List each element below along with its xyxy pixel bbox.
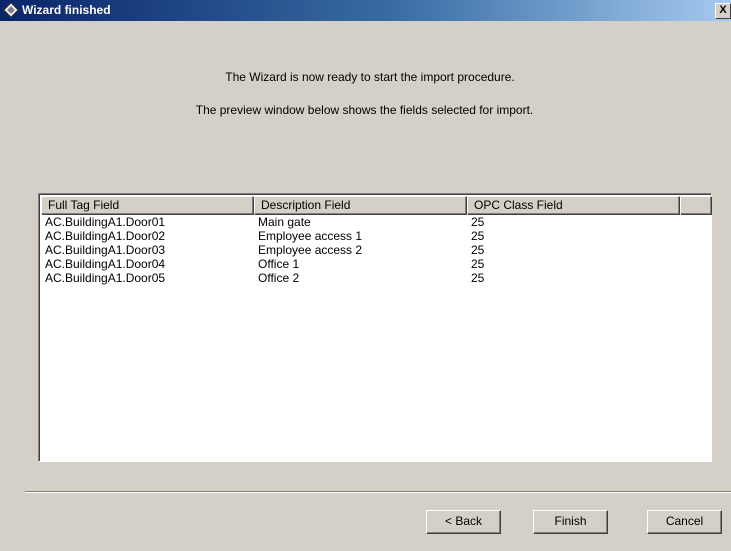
description-cell: Employee access 1 [258, 229, 363, 243]
description-cell: Main gate [258, 215, 311, 229]
full-tag-cell: AC.BuildingA1.Door05 [45, 271, 166, 285]
full-tag-cell: AC.BuildingA1.Door03 [45, 243, 166, 257]
column-header-filler [680, 196, 711, 214]
opc-class-cell: 25 [471, 229, 485, 243]
table-row[interactable]: AC.BuildingA1.Door01 Main gate 25 [41, 215, 709, 230]
opc-class-cell: 25 [471, 271, 485, 285]
button-divider [25, 491, 731, 493]
description-cell: Office 1 [258, 257, 300, 271]
list-body: AC.BuildingA1.Door01 Main gate 25 AC.Bui… [41, 215, 709, 459]
preview-list[interactable]: Full Tag Field Description Field OPC Cla… [38, 193, 712, 462]
table-row[interactable]: AC.BuildingA1.Door03 Employee access 2 2… [41, 243, 709, 258]
opc-class-cell: 25 [471, 257, 485, 271]
table-row[interactable]: AC.BuildingA1.Door05 Office 2 25 [41, 271, 709, 286]
opc-class-cell: 25 [471, 215, 485, 229]
full-tag-cell: AC.BuildingA1.Door04 [45, 257, 166, 271]
opc-class-cell: 25 [471, 243, 485, 257]
list-header: Full Tag Field Description Field OPC Cla… [41, 196, 711, 214]
column-header-full-tag[interactable]: Full Tag Field [41, 196, 253, 214]
back-button[interactable]: < Back [426, 510, 501, 534]
finish-button[interactable]: Finish [533, 510, 608, 534]
close-button[interactable]: X [715, 3, 731, 19]
description-cell: Office 2 [258, 271, 300, 285]
table-row[interactable]: AC.BuildingA1.Door02 Employee access 1 2… [41, 229, 709, 244]
title-bar[interactable]: Wizard finished X [0, 0, 731, 21]
full-tag-cell: AC.BuildingA1.Door02 [45, 229, 166, 243]
column-header-description[interactable]: Description Field [254, 196, 466, 214]
wizard-icon [3, 2, 19, 18]
cancel-button[interactable]: Cancel [647, 510, 722, 534]
description-cell: Employee access 2 [258, 243, 363, 257]
window-title: Wizard finished [22, 3, 111, 17]
ready-message: The Wizard is now ready to start the imp… [225, 70, 515, 84]
column-header-opc-class[interactable]: OPC Class Field [467, 196, 679, 214]
preview-message: The preview window below shows the field… [195, 103, 534, 117]
table-row[interactable]: AC.BuildingA1.Door04 Office 1 25 [41, 257, 709, 272]
full-tag-cell: AC.BuildingA1.Door01 [45, 215, 166, 229]
